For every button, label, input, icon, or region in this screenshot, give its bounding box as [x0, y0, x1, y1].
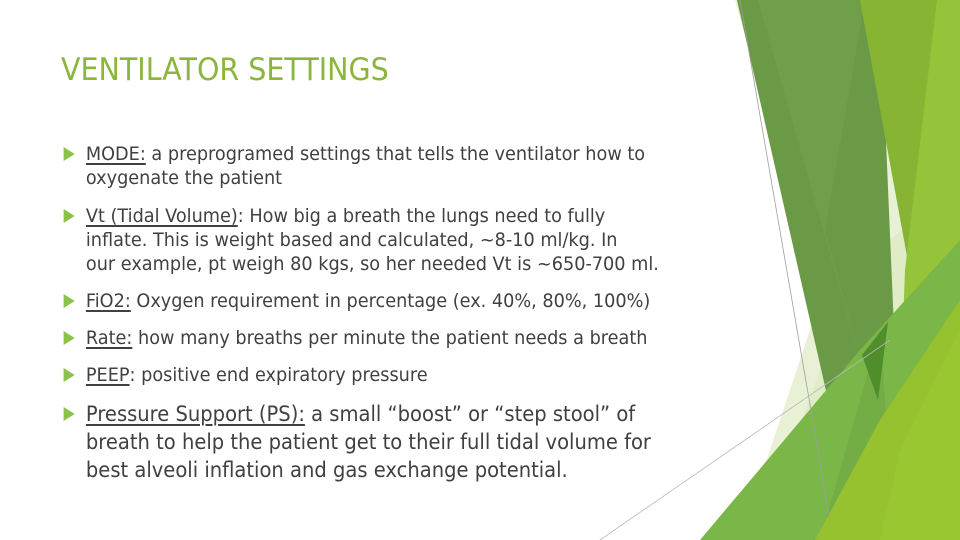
bullet-text: best alveoli inflation and gas exchange …	[85, 458, 568, 482]
bullet-term: MODE:	[85, 143, 146, 165]
slide-title: VENTILATOR SETTINGS	[61, 52, 389, 88]
bullet-term: PEEP	[85, 364, 130, 386]
bullet-arrow-icon	[63, 147, 75, 161]
bullet-text: our example, pt weigh 80 kgs, so her nee…	[85, 253, 659, 275]
bullet-item-tidal-volume: Vt (Tidal Volume): How big a breath the …	[58, 204, 690, 276]
bullet-term: FiO2:	[85, 290, 131, 312]
bullet-text: a preprogramed settings that tells the v…	[151, 143, 646, 165]
bullet-text: How big a breath the lungs need to fully	[249, 205, 606, 227]
bullet-text: breath to help the patient get to their …	[85, 430, 651, 454]
bullet-term: Vt (Tidal Volume)	[85, 205, 238, 227]
bullet-term: Pressure Support (PS):	[85, 402, 305, 426]
bullet-text: Oxygen requirement in percentage (ex. 40…	[136, 290, 651, 312]
bullet-arrow-icon	[63, 294, 75, 308]
bullet-arrow-icon	[63, 368, 75, 382]
bullet-arrow-icon	[63, 331, 75, 345]
bullet-text: inflate. This is weight based and calcul…	[85, 229, 618, 251]
bullet-text: a small “boost” or “step stool” of	[311, 402, 636, 426]
bullet-text: how many breaths per minute the patient …	[137, 327, 648, 349]
bullet-item-pressure-support: Pressure Support (PS): a small “boost” o…	[58, 400, 690, 484]
bullet-term: Rate:	[85, 327, 133, 349]
bullet-text: oxygenate the patient	[85, 167, 283, 189]
slide: VENTILATOR SETTINGS MODE: a preprogramed…	[0, 0, 960, 540]
bullet-item-fio2: FiO2: Oxygen requirement in percentage (…	[58, 289, 690, 313]
bullet-arrow-icon	[63, 209, 75, 223]
bullet-item-rate: Rate: how many breaths per minute the pa…	[58, 326, 690, 350]
bullet-item-peep: PEEP: positive end expiratory pressure	[58, 363, 690, 387]
bullet-arrow-icon	[63, 407, 75, 421]
bullet-text: positive end expiratory pressure	[141, 364, 428, 386]
bullet-item-mode: MODE: a preprogramed settings that tells…	[58, 142, 690, 190]
bullet-list: MODE: a preprogramed settings that tells…	[58, 140, 738, 484]
